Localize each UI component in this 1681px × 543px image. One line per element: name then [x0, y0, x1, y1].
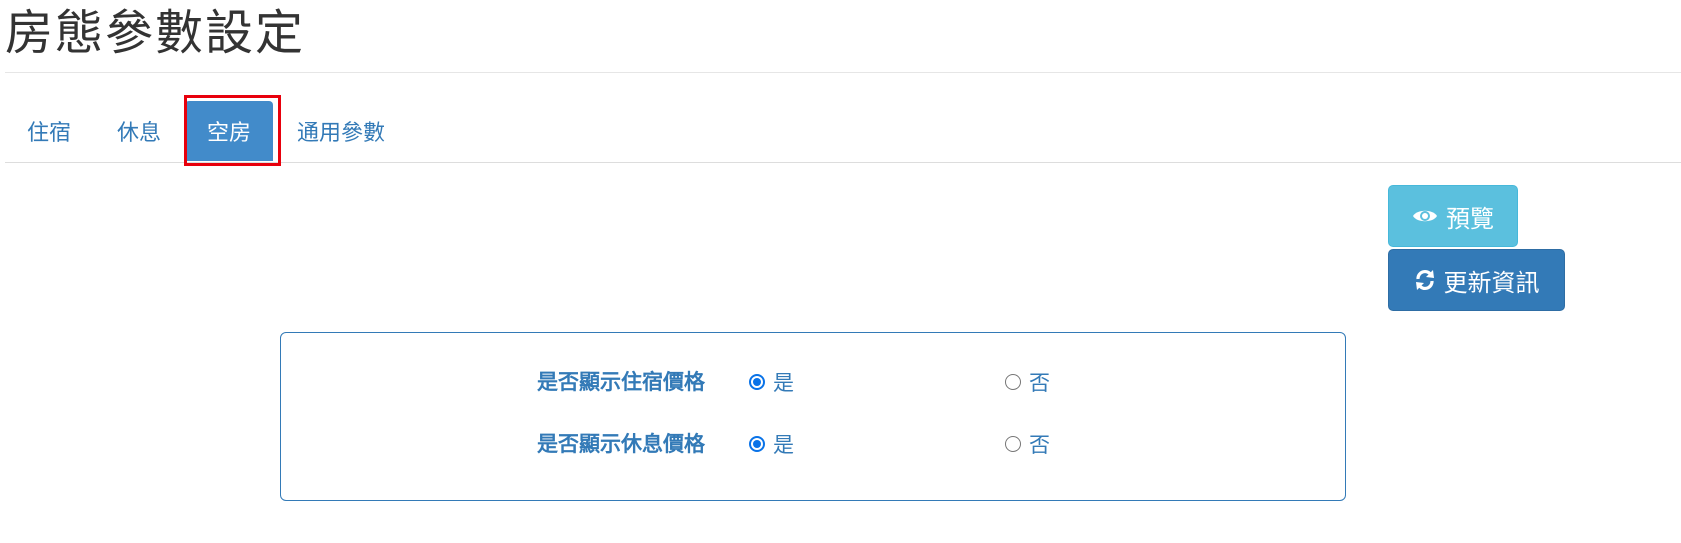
tab-general-parameters[interactable]: 通用參數: [275, 101, 407, 161]
preview-button-label: 預覽: [1446, 204, 1494, 233]
refresh-icon: [1415, 270, 1434, 290]
radio-button[interactable]: [1005, 374, 1021, 390]
tab-bar: 住宿 休息 空房 通用參數: [5, 101, 1681, 163]
radio-option-no[interactable]: 否: [1005, 367, 1050, 397]
vacancy-settings-panel: 是否顯示住宿價格 是 否 是否顯示休息價格 是 否: [280, 332, 1346, 501]
radio-option-yes[interactable]: 是: [749, 367, 794, 397]
setting-label: 是否顯示住宿價格: [537, 370, 705, 394]
radio-label: 是: [773, 433, 794, 457]
page-title: 房態參數設定: [5, 5, 306, 61]
refresh-button-label: 更新資訊: [1443, 268, 1540, 297]
preview-button[interactable]: 預覽: [1388, 185, 1518, 247]
tab-vacancy[interactable]: 空房: [185, 101, 274, 161]
radio-button[interactable]: [1005, 436, 1021, 452]
setting-row-show-rest-price: 是否顯示休息價格 是 否: [281, 429, 1345, 459]
radio-option-yes[interactable]: 是: [749, 429, 794, 459]
eye-icon: [1413, 210, 1437, 222]
radio-label: 否: [1029, 433, 1050, 457]
radio-button-checked[interactable]: [749, 436, 765, 452]
title-divider: [5, 72, 1681, 73]
radio-label: 是: [773, 371, 794, 395]
tab-rest[interactable]: 休息: [95, 101, 183, 161]
setting-row-show-lodging-price: 是否顯示住宿價格 是 否: [281, 367, 1345, 397]
refresh-info-button[interactable]: 更新資訊: [1388, 249, 1565, 311]
setting-label: 是否顯示休息價格: [537, 432, 705, 456]
radio-button-checked[interactable]: [749, 374, 765, 390]
tab-lodging[interactable]: 住宿: [5, 101, 93, 161]
radio-label: 否: [1029, 371, 1050, 395]
radio-option-no[interactable]: 否: [1005, 429, 1050, 459]
